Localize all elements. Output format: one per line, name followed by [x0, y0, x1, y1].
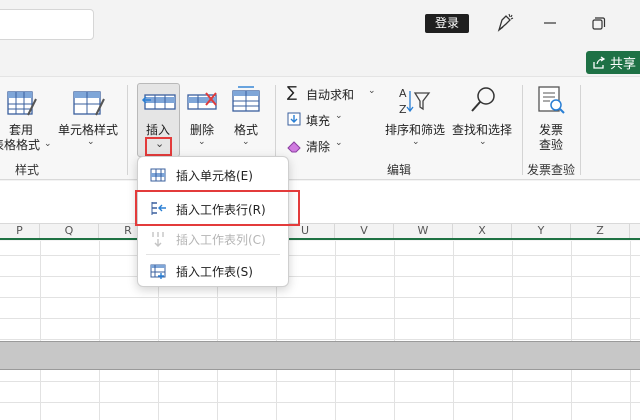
menu-item-label: 插入工作表(S)	[176, 265, 253, 279]
clear-chevron-icon[interactable]: ⌄	[335, 138, 343, 148]
menu-item-insert-columns: 插入工作表列(C)	[138, 226, 288, 252]
cell-styles-icon[interactable]	[72, 89, 106, 119]
magnifier-icon[interactable]	[468, 85, 498, 115]
insert-label: 插入	[146, 123, 171, 137]
separator	[522, 85, 523, 175]
insert-columns-icon	[152, 232, 164, 247]
share-icon	[593, 55, 606, 69]
invoice-check-label-2: 查验	[539, 138, 564, 152]
column-header[interactable]: X	[453, 224, 512, 238]
column-header[interactable]: V	[335, 224, 394, 238]
minimize-icon[interactable]	[538, 12, 562, 34]
cell-styles-chevron-icon[interactable]: ⌄	[87, 137, 95, 147]
svg-text:A: A	[399, 87, 407, 100]
invoice-check-icon[interactable]	[536, 85, 566, 117]
insert-rows-highlight	[135, 190, 300, 226]
edit-group-label: 编辑	[387, 163, 412, 177]
sort-filter-chevron-icon[interactable]: ⌄	[412, 137, 420, 147]
separator	[127, 85, 128, 175]
column-header[interactable]: Y	[512, 224, 571, 238]
invoice-group-label: 发票查验	[527, 163, 576, 177]
restore-icon[interactable]	[586, 12, 610, 34]
search-box[interactable]	[0, 9, 94, 40]
fill-chevron-icon[interactable]: ⌄	[335, 111, 343, 121]
menu-item-insert-sheet[interactable]: 插入工作表(S)	[138, 258, 288, 284]
svg-text:Z: Z	[399, 103, 407, 116]
autosum-label[interactable]: 自动求和	[306, 86, 354, 103]
menu-item-label: 插入工作表列(C)	[176, 233, 266, 247]
ribbon: 套用 表格格式 ⌄ 单元格样式 ⌄ 样式 插入 ⌄ 删除 ⌄ 格式 ⌄	[0, 76, 640, 180]
login-button[interactable]: 登录	[425, 14, 469, 33]
fill-icon	[287, 112, 301, 126]
find-select-label: 查找和选择	[452, 123, 513, 137]
cell-grid[interactable]	[0, 241, 640, 420]
apply-table-format-label-2: 表格格式	[0, 138, 41, 152]
column-header[interactable]: Z	[571, 224, 630, 238]
format-icon[interactable]	[230, 85, 262, 115]
delete-chevron-icon[interactable]: ⌄	[198, 137, 206, 147]
menu-separator	[146, 254, 280, 255]
styles-group-label: 样式	[15, 163, 40, 177]
insert-chevron-icon[interactable]: ⌄	[155, 137, 164, 150]
share-label: 共享	[610, 57, 637, 72]
delete-label: 删除	[190, 123, 215, 137]
apply-table-format-chevron-icon[interactable]: ⌄	[44, 139, 52, 149]
insert-sheet-icon	[150, 264, 166, 279]
fill-label[interactable]: 填充	[306, 112, 330, 129]
sort-filter-icon[interactable]: A Z	[397, 85, 431, 117]
menu-item-label: 插入单元格(E)	[176, 169, 253, 183]
clear-label[interactable]: 清除	[306, 138, 330, 155]
column-header[interactable]: Q	[40, 224, 99, 238]
autosum-chevron-icon[interactable]: ⌄	[368, 86, 376, 96]
title-bar: 登录	[0, 0, 640, 46]
cell-styles-label: 单元格样式	[58, 123, 119, 137]
insert-icon	[141, 94, 176, 110]
formula-bar[interactable]	[0, 181, 640, 224]
column-header-row: P Q R S T U V W X Y Z	[0, 224, 640, 240]
menu-item-insert-cells[interactable]: 插入单元格(E)	[138, 162, 288, 188]
selected-row[interactable]	[0, 341, 640, 370]
sigma-icon: ∑	[287, 83, 298, 101]
separator	[580, 85, 581, 175]
sort-filter-label: 排序和筛选	[385, 123, 446, 137]
delete-icon[interactable]	[186, 89, 220, 115]
share-button[interactable]: 共享	[586, 51, 640, 74]
find-select-chevron-icon[interactable]: ⌄	[479, 137, 487, 147]
format-label: 格式	[234, 123, 259, 137]
pen-icon[interactable]	[493, 12, 517, 34]
apply-table-format-icon[interactable]	[6, 89, 38, 119]
column-header[interactable]: W	[394, 224, 453, 238]
column-header[interactable]: P	[0, 224, 40, 238]
insert-cells-icon	[150, 168, 166, 182]
format-chevron-icon[interactable]: ⌄	[242, 137, 250, 147]
eraser-icon	[287, 141, 301, 153]
